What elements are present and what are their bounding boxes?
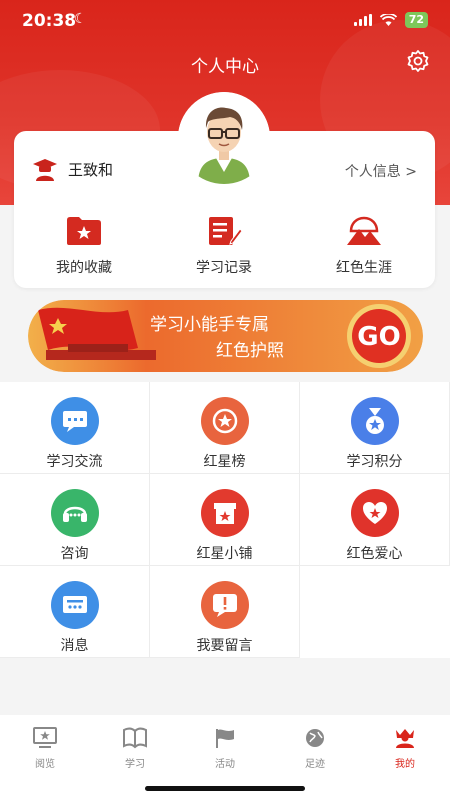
folder-star-icon [67,217,101,245]
headset-icon [50,489,99,537]
grid-label: 红色爱心 [346,546,403,562]
home-indicator [145,786,305,791]
grid-label: 我要留言 [196,638,253,654]
quick-action-label: 红色生涯 [336,260,392,276]
banner-line2: 红色护照 [216,341,284,361]
user-name: 王致和 [68,160,114,179]
tab-label: 活动 [215,759,235,770]
grid-label: 红星小铺 [196,546,253,562]
globe-icon [306,729,324,747]
chat-screen-icon [50,397,99,445]
feature-grid: 学习交流 红星榜 学习积分 咨询 红星小铺 红色爱心 消息 我要留言 [0,382,450,658]
alert-bubble-icon [200,581,249,629]
tab-label: 阅览 [35,759,55,770]
grid-label: 咨询 [60,546,89,562]
gear-icon[interactable] [406,49,430,73]
medal-ribbon-icon [350,397,399,445]
tab-activity[interactable]: 活动 [180,727,270,770]
go-button: GO [357,322,400,352]
quick-action-label: 我的收藏 [56,260,112,276]
grid-item-red-star-board[interactable]: 红星榜 [150,382,300,474]
tab-mine[interactable]: 我的 [360,727,450,770]
personal-info-link[interactable]: 个人信息 > [345,161,417,181]
moon-icon: ☾ [74,11,87,27]
quick-action-red-career[interactable]: 红色生涯 [294,215,434,277]
tab-browse[interactable]: 阅览 [0,727,90,770]
avatar[interactable] [178,92,270,184]
tab-label: 学习 [125,759,145,770]
wifi-icon [379,14,397,26]
user-row: 王致和 [32,157,113,181]
grid-item-red-love[interactable]: 红色爱心 [300,474,450,566]
quick-action-study-record[interactable]: 学习记录 [154,215,294,277]
battery-icon: 72 [404,12,428,28]
grid-item-leave-message[interactable]: 我要留言 [150,566,300,658]
signal-icon [353,14,372,26]
grid-label: 学习交流 [46,454,103,470]
grid-label: 学习积分 [346,454,403,470]
status-time: 20:38 [22,11,77,31]
status-bar: 20:38 ☾ 72 [0,0,450,44]
monitor-star-icon [33,727,57,748]
grid-label: 消息 [60,638,89,654]
grid-item-consult[interactable]: 咨询 [0,474,150,566]
tab-study[interactable]: 学习 [90,727,180,770]
tab-footprint[interactable]: 足迹 [270,727,360,770]
quick-action-label: 学习记录 [196,260,252,276]
flag-icon [216,729,234,748]
passport-banner[interactable]: 学习小能手专属 红色护照 GO [28,300,423,372]
notebook-pen-icon [209,217,243,245]
heart-star-icon [350,489,399,537]
star-medal-icon [200,397,249,445]
page-title: 个人中心 [191,57,259,77]
grid-item-red-star-shop[interactable]: 红星小铺 [150,474,300,566]
grid-item-messages[interactable]: 消息 [0,566,150,658]
grid-item-study-points[interactable]: 学习积分 [300,382,450,474]
banner-line1: 学习小能手专属 [150,315,269,335]
book-icon [123,727,147,749]
graduate-icon [33,159,57,181]
tab-label: 我的 [395,759,415,770]
grid-label: 红星榜 [203,454,246,470]
tab-label: 足迹 [305,759,325,770]
grid-item-study-exchange[interactable]: 学习交流 [0,382,150,474]
crown-person-icon [396,729,414,748]
shop-icon [200,489,249,537]
quick-action-favorites[interactable]: 我的收藏 [14,215,154,277]
mountain-flag-icon [347,216,381,245]
message-icon [50,581,99,629]
